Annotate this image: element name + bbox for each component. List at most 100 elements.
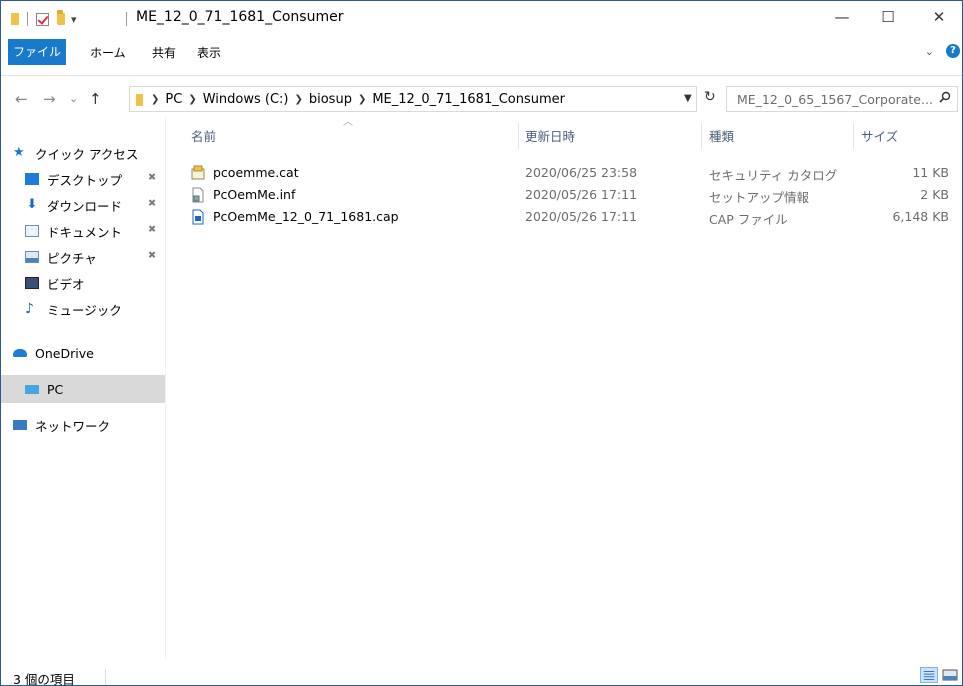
expand-ribbon-icon[interactable]: ⌄: [925, 45, 934, 58]
address-bar[interactable]: ❯ PC ❯ Windows (C:) ❯ biosup ❯ ME_12_0_7…: [129, 86, 697, 112]
close-button[interactable]: ✕: [916, 1, 962, 33]
customize-quick-access-icon[interactable]: ▾: [71, 11, 77, 27]
cloud-icon: [13, 349, 27, 357]
nav-downloads[interactable]: ⬇ ダウンロード ✚: [25, 193, 165, 217]
file-date: 2020/05/26 17:11: [525, 187, 638, 202]
nav-label: デスクトップ: [47, 172, 123, 188]
nav-label: ビデオ: [47, 276, 85, 292]
file-type: セットアップ情報: [709, 190, 810, 205]
search-icon[interactable]: [939, 91, 951, 103]
status-bar: 3 個の項目: [1, 665, 962, 686]
window-title: ME_12_0_71_1681_Consumer: [136, 9, 344, 25]
nav-desktop[interactable]: デスクトップ ✚: [25, 167, 165, 191]
file-type: セキュリティ カタログ: [709, 168, 838, 183]
nav-label: ネットワーク: [35, 418, 111, 434]
nav-label: ミュージック: [47, 302, 122, 318]
pictures-icon: [25, 251, 39, 263]
pin-icon[interactable]: ✚: [144, 171, 158, 185]
chevron-right-icon[interactable]: ❯: [294, 94, 302, 105]
file-size: 6,148 KB: [892, 209, 949, 224]
file-name: PcOemMe_12_0_71_1681.cap: [213, 209, 399, 224]
download-icon: ⬇: [26, 197, 38, 212]
search-box[interactable]: ME_12_0_65_1567_Corporate...: [726, 86, 958, 112]
tab-home[interactable]: ホーム: [90, 42, 126, 64]
back-button[interactable]: ←: [15, 90, 28, 108]
up-button[interactable]: ↑: [89, 90, 102, 108]
file-row[interactable]: PcOemMe_12_0_71_1681.cap 2020/05/26 17:1…: [183, 206, 959, 228]
folder-icon: [136, 92, 143, 106]
file-date: 2020/06/25 23:58: [525, 165, 638, 180]
divider: [105, 669, 106, 685]
forward-button[interactable]: →: [43, 90, 56, 108]
chevron-right-icon[interactable]: ❯: [358, 94, 366, 105]
nav-label: クイック アクセス: [35, 146, 139, 162]
column-divider[interactable]: [518, 123, 519, 149]
column-divider[interactable]: [853, 123, 854, 149]
sort-ascending-icon: ︿: [343, 117, 353, 128]
breadcrumb-pc[interactable]: PC: [165, 92, 182, 107]
file-name: PcOemMe.inf: [213, 187, 296, 202]
recent-locations-button[interactable]: ⌄: [69, 92, 78, 105]
nav-label: OneDrive: [35, 345, 94, 361]
nav-onedrive[interactable]: OneDrive: [13, 341, 165, 365]
column-header-type[interactable]: 種類: [709, 126, 734, 150]
address-dropdown-icon[interactable]: ▼: [684, 93, 692, 104]
nav-documents[interactable]: ドキュメント ✚: [25, 219, 165, 243]
file-size: 11 KB: [912, 165, 949, 180]
properties-check-icon[interactable]: [36, 11, 49, 27]
title-bar: ▾ ME_12_0_71_1681_Consumer — ☐ ✕: [1, 1, 962, 33]
file-row[interactable]: pcoemme.cat 2020/06/25 23:58 セキュリティ カタログ…: [183, 162, 959, 184]
details-view-icon[interactable]: [920, 667, 938, 683]
pin-icon[interactable]: ✚: [144, 197, 158, 211]
file-row[interactable]: PcOemMe.inf 2020/05/26 17:11 セットアップ情報 2 …: [183, 184, 959, 206]
tab-file[interactable]: ファイル: [8, 39, 66, 65]
column-header-size[interactable]: サイズ: [861, 126, 898, 150]
nav-music[interactable]: ♪ ミュージック: [25, 297, 165, 321]
column-divider[interactable]: [701, 123, 702, 149]
minimize-button[interactable]: —: [819, 1, 865, 33]
nav-network[interactable]: ネットワーク: [13, 413, 165, 437]
folder-icon: [11, 11, 19, 27]
help-icon[interactable]: ?: [946, 44, 960, 58]
maximize-button[interactable]: ☐: [865, 1, 911, 33]
tab-share[interactable]: 共有: [152, 42, 176, 64]
breadcrumb-current-folder[interactable]: ME_12_0_71_1681_Consumer: [372, 92, 565, 107]
pin-icon[interactable]: ✚: [144, 249, 158, 263]
catalog-file-icon: [191, 165, 205, 180]
video-icon: [25, 277, 39, 289]
column-header-date[interactable]: 更新日時: [525, 126, 575, 150]
search-input[interactable]: ME_12_0_65_1567_Corporate...: [737, 92, 933, 107]
music-icon: ♪: [25, 301, 34, 317]
divider: [126, 12, 127, 26]
file-size: 2 KB: [920, 187, 949, 202]
tab-view[interactable]: 表示: [197, 42, 221, 64]
pin-icon[interactable]: ✚: [144, 223, 158, 237]
large-icons-view-icon[interactable]: [941, 667, 959, 683]
chevron-right-icon[interactable]: ❯: [188, 94, 196, 105]
nav-pictures[interactable]: ピクチャ ✚: [25, 245, 165, 269]
nav-label: ドキュメント: [47, 224, 123, 240]
new-folder-icon[interactable]: [57, 10, 65, 27]
star-icon: ★: [13, 145, 25, 160]
nav-quick-access[interactable]: ★ クイック アクセス: [13, 141, 165, 165]
file-date: 2020/05/26 17:11: [525, 209, 638, 224]
navigation-pane: ★ クイック アクセス デスクトップ ✚ ⬇ ダウンロード ✚ ドキュメント ✚…: [1, 118, 166, 658]
network-icon: [13, 420, 27, 430]
item-count: 3 個の項目: [13, 672, 75, 686]
breadcrumb-windows-c[interactable]: Windows (C:): [203, 92, 289, 107]
divider: [27, 12, 28, 26]
column-header-name[interactable]: 名前: [191, 126, 216, 150]
nav-label: PC: [47, 381, 64, 397]
nav-label: ピクチャ: [47, 250, 97, 266]
chevron-right-icon: ❯: [151, 93, 160, 105]
cap-file-icon: [192, 209, 204, 225]
address-row: ← → ⌄ ↑ ❯ PC ❯ Windows (C:) ❯ biosup ❯ M…: [1, 80, 962, 118]
refresh-icon[interactable]: ↻: [704, 89, 716, 105]
document-icon: [25, 225, 39, 237]
file-name: pcoemme.cat: [213, 165, 299, 180]
explorer-window: ▾ ME_12_0_71_1681_Consumer — ☐ ✕ ファイル ホー…: [0, 0, 963, 686]
nav-videos[interactable]: ビデオ: [25, 271, 165, 295]
nav-pc[interactable]: PC: [1, 375, 165, 403]
breadcrumb-biosup[interactable]: biosup: [309, 92, 352, 107]
file-type: CAP ファイル: [709, 212, 788, 227]
